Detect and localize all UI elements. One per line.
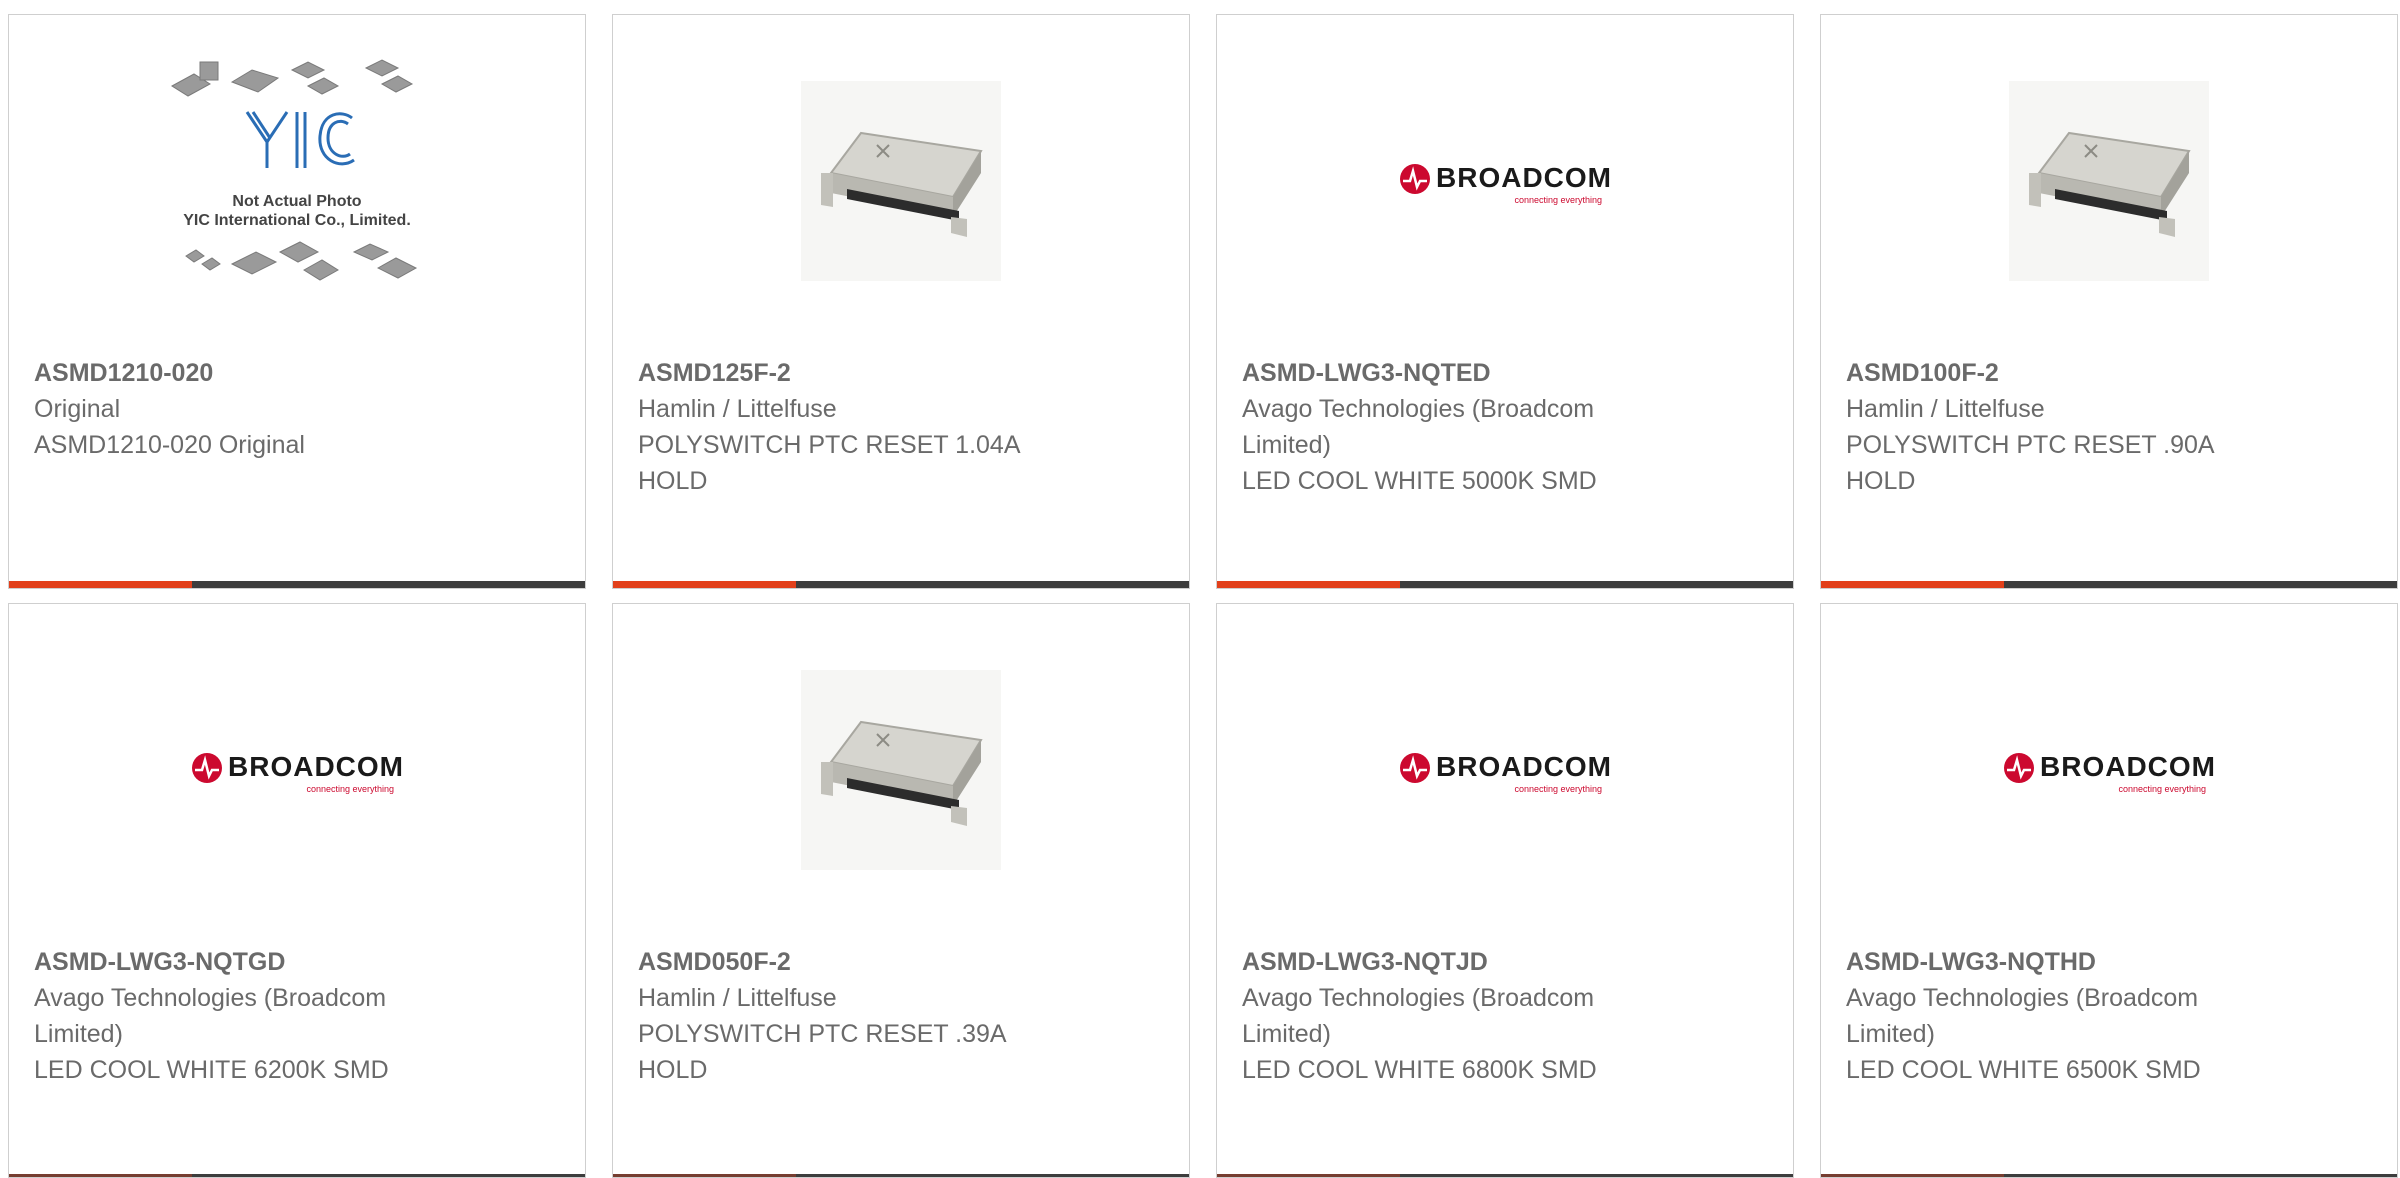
card-bottom-bar — [613, 1174, 1189, 1177]
card-bar-accent — [1217, 1174, 1400, 1177]
card-bottom-bar — [1821, 1174, 2397, 1177]
description: POLYSWITCH PTC RESET .90A HOLD — [1846, 431, 2214, 495]
manufacturer: Hamlin / Littelfuse — [638, 395, 837, 423]
broadcom-logo: BROADCOM connecting everything — [1400, 745, 1612, 795]
description: LED COOL WHITE 5000K SMD — [1242, 467, 1597, 495]
broadcom-logo: BROADCOM connecting everything — [1400, 156, 1612, 206]
broadcom-tagline: connecting everything — [1514, 195, 1602, 205]
product-image[interactable] — [613, 15, 1189, 347]
product-image[interactable]: Not Actual Photo YIC International Co., … — [9, 15, 585, 347]
description: LED COOL WHITE 6500K SMD — [1846, 1056, 2201, 1084]
card-bottom-bar — [613, 581, 1189, 588]
yic-placeholder-image: Not Actual Photo YIC International Co., … — [152, 56, 442, 306]
manufacturer: Avago Technologies (Broadcom Limited) — [1242, 395, 1595, 459]
product-image[interactable]: BROADCOM connecting everything — [9, 604, 585, 936]
chip-package-icons — [171, 59, 418, 281]
product-card[interactable]: BROADCOM connecting everything ASMD-LWG3… — [1216, 603, 1794, 1178]
broadcom-logo: BROADCOM connecting everything — [2004, 745, 2216, 795]
broadcom-tagline: connecting everything — [2118, 784, 2206, 794]
broadcom-wordmark: BROADCOM — [1436, 162, 1612, 193]
card-bar-accent — [613, 1174, 796, 1177]
part-number[interactable]: ASMD-LWG3-NQTED — [1242, 355, 1672, 391]
card-bottom-bar — [1217, 581, 1793, 588]
part-number[interactable]: ASMD-LWG3-NQTGD — [34, 944, 464, 980]
card-bar-accent — [9, 1174, 192, 1177]
product-image[interactable]: BROADCOM connecting everything — [1821, 604, 2397, 936]
manufacturer: Original — [34, 395, 121, 423]
broadcom-tagline: connecting everything — [306, 784, 394, 794]
description: ASMD1210-020 Original — [34, 431, 305, 459]
part-number[interactable]: ASMD050F-2 — [638, 944, 1068, 980]
card-bar-accent — [1821, 581, 2004, 588]
card-bar-accent — [9, 581, 192, 588]
product-image[interactable] — [613, 604, 1189, 936]
caption-line-1: Not Actual Photo — [232, 193, 362, 210]
part-number[interactable]: ASMD-LWG3-NQTJD — [1242, 944, 1672, 980]
product-card[interactable]: BROADCOM connecting everything ASMD-LWG3… — [1216, 14, 1794, 589]
product-card[interactable]: ASMD100F-2 Hamlin / Littelfuse POLYSWITC… — [1820, 14, 2398, 589]
product-card[interactable]: Not Actual Photo YIC International Co., … — [8, 14, 586, 589]
product-image[interactable]: BROADCOM connecting everything — [1217, 604, 1793, 936]
broadcom-tagline: connecting everything — [1514, 784, 1602, 794]
broadcom-mark-icon — [2004, 753, 2034, 783]
broadcom-wordmark: BROADCOM — [2040, 751, 2216, 782]
product-card[interactable]: ASMD050F-2 Hamlin / Littelfuse POLYSWITC… — [612, 603, 1190, 1178]
ptc-chip-image — [801, 81, 1001, 281]
part-number[interactable]: ASMD1210-020 — [34, 355, 464, 391]
part-number[interactable]: ASMD-LWG3-NQTHD — [1846, 944, 2276, 980]
part-number[interactable]: ASMD100F-2 — [1846, 355, 2276, 391]
manufacturer: Avago Technologies (Broadcom Limited) — [1846, 984, 2199, 1048]
broadcom-mark-icon — [1400, 164, 1430, 194]
broadcom-mark-icon — [192, 753, 222, 783]
description: POLYSWITCH PTC RESET 1.04A HOLD — [638, 431, 1020, 495]
description: LED COOL WHITE 6800K SMD — [1242, 1056, 1597, 1084]
broadcom-wordmark: BROADCOM — [1436, 751, 1612, 782]
card-bar-accent — [1821, 1174, 2004, 1177]
caption-line-2: YIC International Co., Limited. — [183, 212, 411, 229]
broadcom-logo: BROADCOM connecting everything — [192, 745, 404, 795]
manufacturer: Hamlin / Littelfuse — [638, 984, 837, 1012]
card-bar-accent — [613, 581, 796, 588]
product-card[interactable]: ASMD125F-2 Hamlin / Littelfuse POLYSWITC… — [612, 14, 1190, 589]
product-card[interactable]: BROADCOM connecting everything ASMD-LWG3… — [1820, 603, 2398, 1178]
card-bottom-bar — [1821, 581, 2397, 588]
manufacturer: Avago Technologies (Broadcom Limited) — [1242, 984, 1595, 1048]
card-bar-accent — [1217, 581, 1400, 588]
ptc-chip-image — [2009, 81, 2209, 281]
description: POLYSWITCH PTC RESET .39A HOLD — [638, 1020, 1006, 1084]
description: LED COOL WHITE 6200K SMD — [34, 1056, 389, 1084]
manufacturer: Avago Technologies (Broadcom Limited) — [34, 984, 387, 1048]
card-bottom-bar — [9, 1174, 585, 1177]
product-image[interactable] — [1821, 15, 2397, 347]
broadcom-mark-icon — [1400, 753, 1430, 783]
card-bottom-bar — [1217, 1174, 1793, 1177]
ptc-chip-image — [801, 670, 1001, 870]
part-number[interactable]: ASMD125F-2 — [638, 355, 1068, 391]
manufacturer: Hamlin / Littelfuse — [1846, 395, 2045, 423]
product-image[interactable]: BROADCOM connecting everything — [1217, 15, 1793, 347]
product-grid: Not Actual Photo YIC International Co., … — [0, 0, 2400, 1178]
broadcom-wordmark: BROADCOM — [228, 751, 404, 782]
product-card[interactable]: BROADCOM connecting everything ASMD-LWG3… — [8, 603, 586, 1178]
card-bottom-bar — [9, 581, 585, 588]
image-caption: Not Actual Photo YIC International Co., … — [152, 192, 442, 230]
